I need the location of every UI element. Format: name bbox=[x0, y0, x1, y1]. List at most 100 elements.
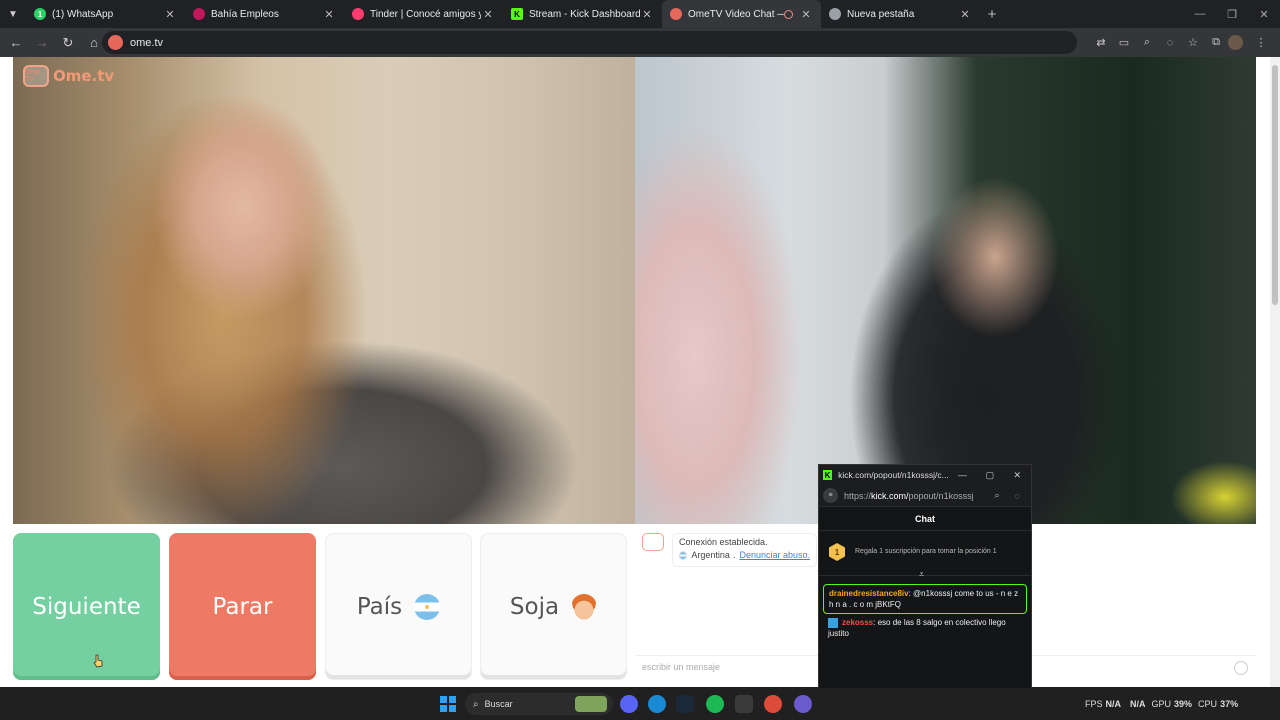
restore-icon[interactable]: ❐ bbox=[1216, 0, 1248, 28]
country-button[interactable]: País bbox=[325, 533, 472, 680]
site-info-icon[interactable] bbox=[108, 35, 123, 50]
app-icon[interactable] bbox=[794, 695, 812, 713]
maximize-icon[interactable]: ▢ bbox=[976, 470, 1003, 481]
reload-icon[interactable]: ↻ bbox=[56, 31, 80, 55]
kick-chat-popout: K kick.com/popout/n1kosssj/c... — ▢ ✕ ≡ … bbox=[818, 464, 1032, 720]
next-label: Siguiente bbox=[32, 593, 141, 620]
gpu-value: 39% bbox=[1174, 699, 1193, 709]
close-icon[interactable]: ✕ bbox=[640, 8, 654, 21]
local-video: Ome TV Ome.tv bbox=[13, 57, 635, 524]
ometv-logo: Ome TV Ome.tv bbox=[23, 65, 114, 87]
zoom-icon[interactable]: ⌕ bbox=[987, 490, 1007, 501]
close-window-icon[interactable]: ✕ bbox=[1248, 0, 1280, 28]
scroll-down-icon[interactable]: ⩡ bbox=[919, 569, 924, 580]
fps-label: FPS bbox=[1085, 699, 1103, 709]
tab-title: Tinder | Conocé amigos y gente bbox=[370, 8, 481, 20]
close-icon[interactable]: ✕ bbox=[322, 8, 336, 21]
spotify-icon[interactable] bbox=[706, 695, 724, 713]
profile-avatar[interactable] bbox=[1228, 35, 1243, 50]
gender-button[interactable]: Soja bbox=[480, 533, 627, 680]
cpu-value: 37% bbox=[1220, 699, 1239, 709]
emoji-icon[interactable] bbox=[1234, 661, 1248, 675]
forward-icon[interactable]: → bbox=[30, 31, 54, 55]
fps-value: N/A bbox=[1105, 699, 1122, 709]
windows-start-icon[interactable] bbox=[440, 696, 456, 712]
discord-icon[interactable] bbox=[620, 695, 638, 713]
kick-icon: K bbox=[511, 8, 523, 20]
rank-badge-icon: 1 bbox=[829, 543, 845, 561]
address-bar[interactable]: ome.tv bbox=[102, 31, 1077, 54]
chat-message[interactable]: zekosss: eso de las 8 salgo en colectivo… bbox=[828, 617, 1028, 639]
tab-tinder[interactable]: Tinder | Conocé amigos y gente ✕ bbox=[344, 0, 503, 28]
popout-url-domain: kick.com/ bbox=[871, 490, 909, 501]
hand-cursor-icon bbox=[93, 654, 103, 668]
popout-url-prefix: https:// bbox=[844, 490, 872, 501]
tab-ometv[interactable]: OmeTV Video Chat — Alter ✕ bbox=[662, 0, 821, 28]
scrollbar-thumb[interactable] bbox=[1272, 65, 1278, 305]
new-tab-button[interactable]: + bbox=[980, 6, 1004, 23]
site-settings-icon[interactable]: ≡ bbox=[823, 488, 838, 503]
bahia-empleos-icon bbox=[193, 8, 205, 20]
ometv-page: Ome TV Ome.tv Siguiente Parar País Soja … bbox=[0, 57, 1270, 687]
search-icon: ⌕ bbox=[473, 698, 479, 710]
report-abuse-link[interactable]: Denunciar abuso. bbox=[739, 550, 810, 560]
gift-leaderboard[interactable]: 1 Regala 1 suscripción para tomar la pos… bbox=[829, 537, 1023, 567]
tab-search-button[interactable]: ▼ bbox=[0, 0, 26, 28]
minimize-icon[interactable]: — bbox=[1184, 0, 1216, 28]
window-controls: — ❐ ✕ bbox=[1184, 0, 1280, 28]
bookmark-star-icon[interactable]: ☆ bbox=[1182, 36, 1204, 49]
steam-icon[interactable] bbox=[676, 695, 694, 713]
tab-whatsapp[interactable]: 1 (1) WhatsApp ✕ bbox=[26, 0, 185, 28]
windows-taskbar: ⌕ Buscar FPS N/A N/A GPU 39% CPU 37% bbox=[0, 688, 1280, 720]
eye-off-icon[interactable]: ◌ bbox=[1159, 37, 1181, 49]
translate-icon[interactable]: ⇄ bbox=[1090, 36, 1112, 49]
popout-address-bar[interactable]: ≡ https://kick.com/popout/n1kosssj ⌕ ◌ bbox=[819, 485, 1031, 507]
whatsapp-icon: 1 bbox=[34, 8, 46, 20]
tinder-icon bbox=[352, 8, 364, 20]
taskbar-search[interactable]: ⌕ Buscar bbox=[465, 693, 613, 715]
tab-bahia-empleos[interactable]: Bahía Empleos ✕ bbox=[185, 0, 344, 28]
eye-off-icon[interactable]: ◌ bbox=[1007, 491, 1027, 501]
chat-username[interactable]: drainedresistance8iv bbox=[829, 589, 909, 598]
chat-message[interactable]: drainedresistance8iv: @n1kosssj come to … bbox=[823, 584, 1027, 614]
browser-toolbar: ← → ↻ ⌂ ome.tv ⇄ ▭ ⌕ ◌ ☆ ⧉ ⋮ bbox=[0, 28, 1280, 57]
files-icon[interactable] bbox=[735, 695, 753, 713]
minimize-icon[interactable]: — bbox=[949, 470, 976, 480]
tab-kick-dashboard[interactable]: K Stream - Kick Dashboard ✕ bbox=[503, 0, 662, 28]
connection-text: Conexión establecida. bbox=[679, 537, 768, 547]
gender-label: Soja bbox=[509, 593, 560, 620]
tab-title: Nueva pestaña bbox=[847, 8, 915, 20]
cast-icon[interactable]: ▭ bbox=[1113, 36, 1135, 49]
close-icon[interactable]: ✕ bbox=[481, 8, 495, 21]
close-icon[interactable]: ✕ bbox=[163, 8, 177, 21]
next-button[interactable]: Siguiente bbox=[13, 533, 160, 680]
stop-button[interactable]: Parar bbox=[169, 533, 316, 680]
chrome-icon[interactable] bbox=[764, 695, 782, 713]
kick-icon: K bbox=[823, 470, 833, 480]
close-icon[interactable]: ✕ bbox=[1004, 470, 1031, 481]
divider bbox=[819, 575, 1031, 576]
taskbar-search-label: Buscar bbox=[484, 699, 513, 709]
message-placeholder: escribir un mensaje bbox=[642, 662, 721, 672]
cpu-label: CPU bbox=[1198, 699, 1218, 709]
zoom-icon[interactable]: ⌕ bbox=[1136, 36, 1158, 49]
menu-icon[interactable]: ⋮ bbox=[1250, 36, 1272, 49]
tab-new-tab[interactable]: Nueva pestaña ✕ bbox=[821, 0, 980, 28]
popout-titlebar[interactable]: K kick.com/popout/n1kosssj/c... — ▢ ✕ bbox=[819, 465, 1031, 485]
tab-title: (1) WhatsApp bbox=[52, 8, 114, 20]
extensions-icon[interactable]: ⧉ bbox=[1205, 36, 1227, 49]
argentina-flag-icon bbox=[414, 593, 441, 620]
boy-emoji-icon bbox=[571, 593, 598, 620]
close-icon[interactable]: ✕ bbox=[799, 8, 813, 21]
chat-username[interactable]: zekosss bbox=[842, 618, 873, 627]
back-icon[interactable]: ← bbox=[4, 31, 28, 55]
stop-label: Parar bbox=[212, 593, 273, 620]
page-scrollbar[interactable] bbox=[1270, 57, 1280, 687]
edge-icon[interactable] bbox=[648, 695, 666, 713]
recording-icon bbox=[784, 9, 793, 19]
chrome-icon bbox=[829, 8, 841, 20]
close-icon[interactable]: ✕ bbox=[958, 8, 972, 21]
ometv-badge-icon: Ome TV bbox=[23, 65, 49, 87]
moderator-badge-icon bbox=[828, 617, 838, 628]
ometv-icon bbox=[670, 8, 682, 20]
